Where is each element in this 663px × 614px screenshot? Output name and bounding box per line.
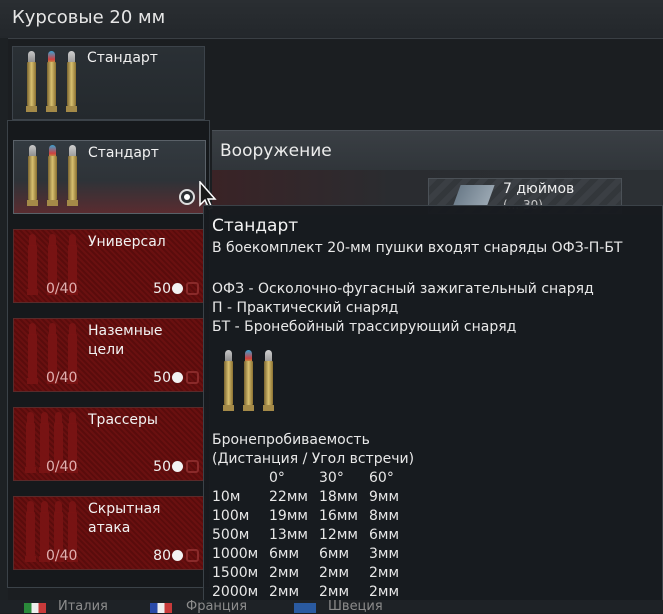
table-cell: 2мм: [369, 565, 400, 581]
armament-panel-header: Вооружение: [212, 130, 663, 171]
table-cell: 2мм: [269, 565, 300, 581]
silver-lions-icon: [172, 372, 183, 383]
current-belt-name: Стандарт: [87, 50, 158, 66]
penetration-title: Бронепробиваемость: [212, 432, 370, 448]
tooltip-description: В боекомплект 20-мм пушки входят снаряды…: [212, 240, 623, 256]
selected-radio-icon[interactable]: [179, 189, 195, 205]
table-header: [212, 469, 269, 488]
table-header: 60°: [369, 470, 394, 486]
table-cell: 22мм: [269, 489, 308, 505]
belt-count: 0/40: [46, 370, 78, 386]
table-header-row: 0° 30° 60°: [212, 469, 399, 488]
legend-line: БТ - Бронебойный трассирующий снаряд: [212, 319, 517, 335]
table-cell: 9мм: [369, 489, 400, 505]
table-cell: 19мм: [269, 508, 308, 524]
silver-lions-icon: [172, 461, 183, 472]
table-cell: 13мм: [269, 527, 308, 543]
lock-icon: [186, 371, 199, 384]
penetration-subtitle: (Дистанция / Угол встречи): [212, 451, 415, 467]
shells-icon: [24, 145, 84, 207]
nation-tabs: Италия Франция Швеция: [0, 600, 663, 613]
belt-count: 0/40: [46, 548, 78, 564]
sweden-flag-icon: [294, 603, 316, 613]
table-cell: 3мм: [369, 546, 400, 562]
belt-option-standard[interactable]: Стандарт: [13, 140, 206, 214]
silver-lions-icon: [172, 283, 183, 294]
france-flag-icon: [150, 603, 172, 613]
lock-icon: [186, 460, 199, 473]
belt-price: 50: [153, 281, 171, 297]
table-cell: 500м: [212, 527, 250, 543]
table-cell: 8мм: [369, 508, 400, 524]
table-cell: 6мм: [269, 546, 300, 562]
header-bar: Курсовые 20 мм: [0, 0, 663, 39]
table-cell: 18мм: [319, 489, 358, 505]
page-title: Курсовые 20 мм: [12, 7, 166, 28]
belt-option-tracers[interactable]: Трассеры 0/40 50: [13, 407, 206, 481]
belt-count: 0/40: [46, 281, 78, 297]
penetration-header: Бронепробиваемость (Дистанция / Угол вст…: [212, 431, 414, 469]
nation-tab-france[interactable]: Франция: [186, 600, 247, 613]
table-cell: 16мм: [319, 508, 358, 524]
table-cell: 12мм: [319, 527, 358, 543]
table-cell: 6мм: [369, 527, 400, 543]
table-cell: 10м: [212, 489, 241, 505]
current-belt-slot[interactable]: Стандарт: [12, 46, 205, 120]
belt-option-stealth[interactable]: Скрытная атака 0/40 80: [13, 496, 206, 570]
table-row: 100м 19мм 16мм 8мм: [212, 507, 399, 526]
table-row: 1000м 6мм 6мм 3мм: [212, 545, 399, 564]
gun-icon: [453, 185, 495, 205]
table-header: 30°: [319, 470, 344, 486]
table-cell: 100м: [212, 508, 250, 524]
table-cell: 1000м: [212, 546, 259, 562]
nation-tab-sweden[interactable]: Швеция: [328, 600, 383, 613]
belt-name: Трассеры: [88, 412, 158, 428]
belt-option-ground-targets[interactable]: Наземные цели 0/40 50: [13, 318, 206, 392]
lock-icon: [186, 282, 199, 295]
table-row: 1500м 2мм 2мм 2мм: [212, 564, 399, 583]
belt-name: Стандарт: [88, 145, 159, 161]
table-cell: 6мм: [319, 546, 350, 562]
penetration-table: 0° 30° 60° 10м 22мм 18мм 9мм 100м 19мм 1…: [212, 469, 399, 602]
shells-icon: [222, 350, 282, 416]
lock-icon: [186, 549, 199, 562]
ammo-tooltip: Стандарт В боекомплект 20-мм пушки входя…: [203, 205, 663, 613]
belt-name: Скрытная атака: [88, 501, 161, 536]
belt-price: 80: [153, 548, 171, 564]
table-row: 500м 13мм 12мм 6мм: [212, 526, 399, 545]
table-row: 10м 22мм 18мм 9мм: [212, 488, 399, 507]
tooltip-legend: ОФЗ - Осколочно-фугасный зажигательный с…: [212, 280, 594, 337]
table-cell: 2мм: [319, 565, 350, 581]
belt-price: 50: [153, 459, 171, 475]
shells-icon: [23, 51, 83, 113]
legend-line: П - Практический снаряд: [212, 300, 399, 316]
nation-tab-italy[interactable]: Италия: [58, 600, 108, 613]
weapon-name: 7 дюймов: [503, 181, 575, 197]
silver-lions-icon: [172, 550, 183, 561]
belt-option-universal[interactable]: Универсал 0/40 50: [13, 229, 206, 303]
belt-dropdown: Стандарт Универсал 0/40 50 Наземные цели…: [7, 120, 210, 588]
table-cell: 1500м: [212, 565, 259, 581]
legend-line: ОФЗ - Осколочно-фугасный зажигательный с…: [212, 281, 594, 297]
belt-price: 50: [153, 370, 171, 386]
belt-name: Наземные цели: [88, 323, 163, 358]
armament-label: Вооружение: [220, 141, 332, 161]
belt-name: Универсал: [88, 234, 166, 250]
tooltip-title: Стандарт: [212, 216, 299, 236]
belt-count: 0/40: [46, 459, 78, 475]
italy-flag-icon: [24, 603, 46, 613]
table-header: 0°: [269, 470, 285, 486]
